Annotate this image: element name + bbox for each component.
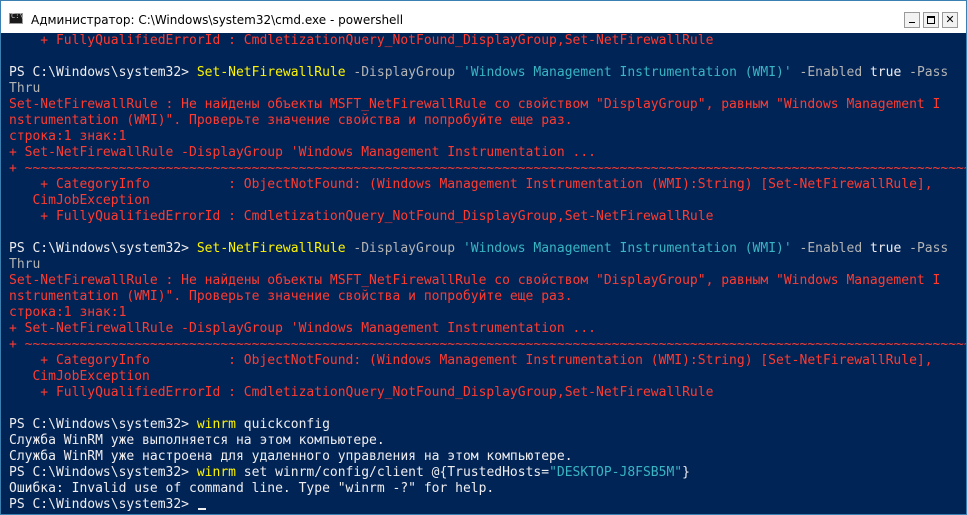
console-output[interactable]: + FullyQualifiedErrorId : CmdletizationQ… — [1, 33, 966, 514]
console-window: Администратор: C:\Windows\system32\cmd.e… — [0, 0, 967, 515]
console-line: + FullyQualifiedErrorId : CmdletizationQ… — [9, 385, 714, 400]
string-argument: 'Windows Management Instrumentation (WMI… — [462, 65, 792, 80]
string-argument: 'Windows Management Instrumentation (WMI… — [462, 241, 792, 256]
parameter: -Enabled — [791, 241, 870, 256]
prompt: PS C:\Windows\system32> — [9, 241, 197, 256]
string-argument: "DESKTOP-J8FSB5M" — [549, 465, 683, 480]
console-line: + CategoryInfo : ObjectNotFound: (Window… — [9, 353, 933, 368]
console-line: PS C:\Windows\system32> winrm set winrm/… — [9, 465, 966, 481]
console-line: Set-NetFirewallRule : Не найдены объекты… — [9, 97, 941, 112]
console-line: Thru — [9, 257, 41, 272]
command-name: winrm — [196, 417, 236, 432]
console-line: CimJobException — [9, 369, 150, 384]
prompt: PS C:\Windows\system32> — [9, 465, 197, 480]
console-line: + ~~~~~~~~~~~~~~~~~~~~~~~~~~~~~~~~~~~~~~… — [9, 161, 966, 176]
console-line: Служба WinRM уже настроена для удаленног… — [9, 449, 573, 464]
command-name: winrm — [196, 465, 236, 480]
prompt: PS C:\Windows\system32> — [9, 65, 197, 80]
console-line: PS C:\Windows\system32> Set-NetFirewallR… — [9, 65, 966, 81]
console-line: PS C:\Windows\system32> winrm quickconfi… — [9, 417, 966, 433]
console-line: + FullyQualifiedErrorId : CmdletizationQ… — [9, 33, 714, 48]
title-bar[interactable]: Администратор: C:\Windows\system32\cmd.e… — [1, 1, 966, 33]
argument: set winrm/config/client @{TrustedHosts= — [235, 465, 550, 480]
console-line: строка:1 знак:1 — [9, 305, 127, 320]
parameter: -Pass — [901, 241, 949, 256]
console-line: Служба WinRM уже выполняется на этом ком… — [9, 433, 385, 448]
console-line: + CategoryInfo : ObjectNotFound: (Window… — [9, 177, 933, 192]
console-line: Ошибка: Invalid use of command line. Typ… — [9, 481, 495, 496]
console-line: Thru — [9, 81, 41, 96]
console-line: Set-NetFirewallRule : Не найдены объекты… — [9, 273, 941, 288]
console-line: nstrumentation (WMI)". Проверьте значени… — [9, 113, 573, 128]
console-line: + FullyQualifiedErrorId : CmdletizationQ… — [9, 209, 714, 224]
window-title: Администратор: C:\Windows\system32\cmd.e… — [31, 13, 404, 27]
console-line: nstrumentation (WMI)". Проверьте значени… — [9, 289, 573, 304]
parameter: -Enabled — [791, 65, 870, 80]
prompt: PS C:\Windows\system32> — [9, 497, 197, 512]
maximize-button[interactable] — [923, 12, 939, 28]
prompt: PS C:\Windows\system32> — [9, 417, 197, 432]
parameter: -DisplayGroup — [345, 65, 463, 80]
console-line: + Set-NetFirewallRule -DisplayGroup 'Win… — [9, 321, 596, 336]
parameter: -Pass — [901, 65, 949, 80]
console-line: + Set-NetFirewallRule -DisplayGroup 'Win… — [9, 145, 596, 160]
minimize-button[interactable] — [904, 12, 920, 28]
console-line: строка:1 знак:1 — [9, 129, 127, 144]
argument: true — [869, 241, 902, 256]
console-line: PS C:\Windows\system32> Set-NetFirewallR… — [9, 241, 966, 257]
command-name: Set-NetFirewallRule — [196, 65, 346, 80]
text-cursor — [197, 508, 206, 510]
console-line: + ~~~~~~~~~~~~~~~~~~~~~~~~~~~~~~~~~~~~~~… — [9, 337, 966, 352]
cmd-app-icon[interactable] — [9, 12, 24, 24]
close-button[interactable]: ✕ — [942, 12, 958, 28]
parameter: -DisplayGroup — [345, 241, 463, 256]
console-line: PS C:\Windows\system32> — [9, 497, 966, 513]
argument: true — [869, 65, 902, 80]
argument: quickconfig — [235, 417, 330, 432]
console-line: CimJobException — [9, 193, 150, 208]
command-name: Set-NetFirewallRule — [196, 241, 346, 256]
argument: } — [682, 465, 690, 480]
